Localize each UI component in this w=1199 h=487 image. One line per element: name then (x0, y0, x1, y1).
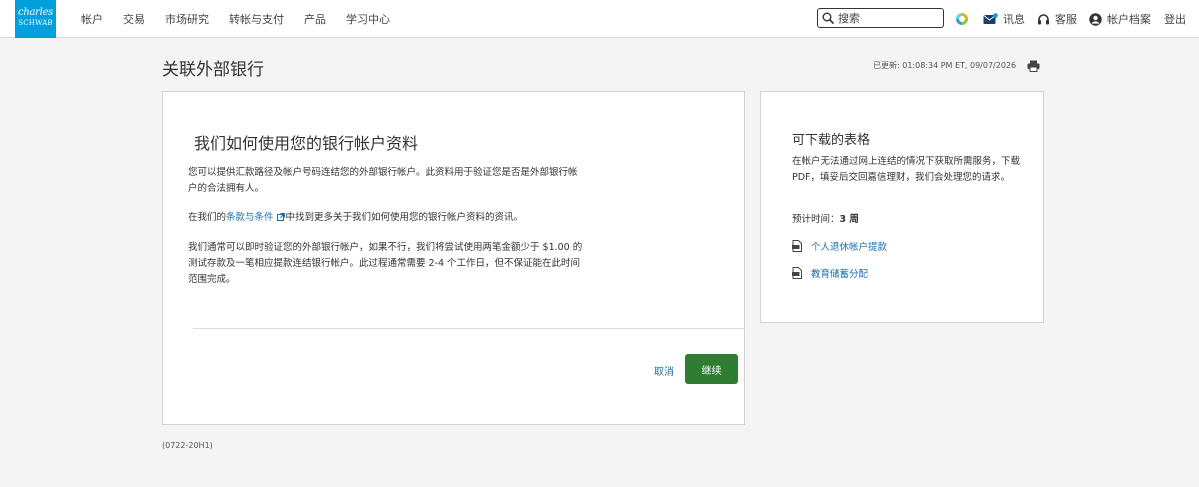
service-link[interactable]: 客服 (1037, 0, 1077, 38)
estimated-time: 预计时间：3 周 (792, 211, 859, 225)
schwab-logo[interactable]: charles SCHWAB (15, 0, 56, 38)
logo-line-2: SCHWAB (18, 19, 53, 27)
messages-link[interactable]: 讯息 (983, 0, 1025, 38)
nav-item-trade[interactable]: 交易 (123, 11, 145, 27)
ira-withdrawal-label: 个人退休帐户提款 (811, 242, 888, 253)
terms-and-conditions-link[interactable]: 条款与条件 (226, 212, 274, 223)
pdf-document-icon (792, 267, 802, 279)
logout-label: 登出 (1164, 13, 1186, 26)
cancel-link[interactable]: 取消 (654, 363, 674, 378)
top-navigation-bar: charles SCHWAB 帐户 交易 市场研究 转帐与支付 产品 学习中心 … (0, 0, 1199, 38)
print-button[interactable] (1027, 57, 1040, 76)
downloadable-forms-card: 可下载的表格 在帐户无法通过网上连结的情况下获取所需服务，下载 PDF，填妥后交… (760, 91, 1044, 323)
messages-label: 讯息 (1003, 13, 1025, 26)
service-label: 客服 (1055, 13, 1077, 26)
ira-withdrawal-form-link[interactable]: 个人退休帐户提款 (792, 239, 887, 253)
bank-info-paragraph-1: 您可以提供汇款路径及帐户号码连结您的外部银行帐户。此资料用于验证您是否是外部银行… (188, 167, 578, 194)
search-box[interactable] (817, 8, 944, 28)
envelope-icon (983, 13, 998, 24)
printer-icon (1027, 60, 1040, 72)
profile-link[interactable]: 帐户档案 (1089, 0, 1151, 38)
nav-item-accounts[interactable]: 帐户 (81, 11, 103, 27)
widget-launcher[interactable] (955, 0, 974, 38)
page-title: 关联外部银行 (162, 60, 264, 80)
page-code: (0722-20H1) (162, 441, 213, 450)
last-updated-timestamp: 已更新: 01:08:34 PM ET, 09/07/2026 (873, 61, 1017, 70)
search-input[interactable] (838, 11, 938, 25)
nav-item-transfers[interactable]: 转帐与支付 (229, 11, 284, 27)
logo-line-1: charles (18, 7, 53, 18)
nav-item-research[interactable]: 市场研究 (165, 11, 209, 27)
paragraph-2-suffix: 中找到更多关于我们如何使用您的银行帐户资料的资讯。 (285, 212, 524, 223)
bank-info-paragraph-3: 我们通常可以即时验证您的外部银行帐户，如果不行，我们将尝试使用两笔金额少于 $1… (188, 242, 583, 285)
profile-label: 帐户档案 (1107, 13, 1151, 26)
headset-icon (1038, 13, 1049, 24)
logout-link[interactable]: 登出 (1164, 0, 1186, 38)
card-divider (193, 328, 745, 329)
main-nav: 帐户 交易 市场研究 转帐与支付 产品 学习中心 (81, 0, 410, 38)
paragraph-2-prefix: 在我们的 (188, 212, 227, 223)
nav-item-learning[interactable]: 学习中心 (346, 11, 390, 27)
continue-button[interactable]: 继续 (685, 354, 738, 384)
external-link-icon (276, 213, 285, 221)
search-icon (822, 12, 834, 24)
nav-item-products[interactable]: 产品 (304, 11, 326, 27)
eta-label: 预计时间： (792, 214, 840, 225)
user-circle-icon (1089, 12, 1102, 26)
education-savings-form-link[interactable]: 教育储蓄分配 (792, 266, 868, 280)
bank-info-card: 我们如何使用您的银行帐户资料 您可以提供汇款路径及帐户号码连结您的外部银行帐户。… (162, 91, 745, 425)
bank-info-paragraph-2: 在我们的条款与条件 中找到更多关于我们如何使用您的银行帐户资料的资讯。 (188, 210, 583, 226)
multicolor-widget-icon (956, 13, 968, 25)
pdf-document-icon (792, 240, 802, 252)
eta-value: 3 周 (839, 214, 859, 225)
forms-heading: 可下载的表格 (792, 133, 871, 148)
bank-info-heading: 我们如何使用您的银行帐户资料 (194, 134, 419, 153)
education-savings-label: 教育储蓄分配 (811, 269, 869, 280)
forms-description: 在帐户无法通过网上连结的情况下获取所需服务，下载 PDF，填妥后交回嘉信理财，我… (792, 156, 1021, 183)
